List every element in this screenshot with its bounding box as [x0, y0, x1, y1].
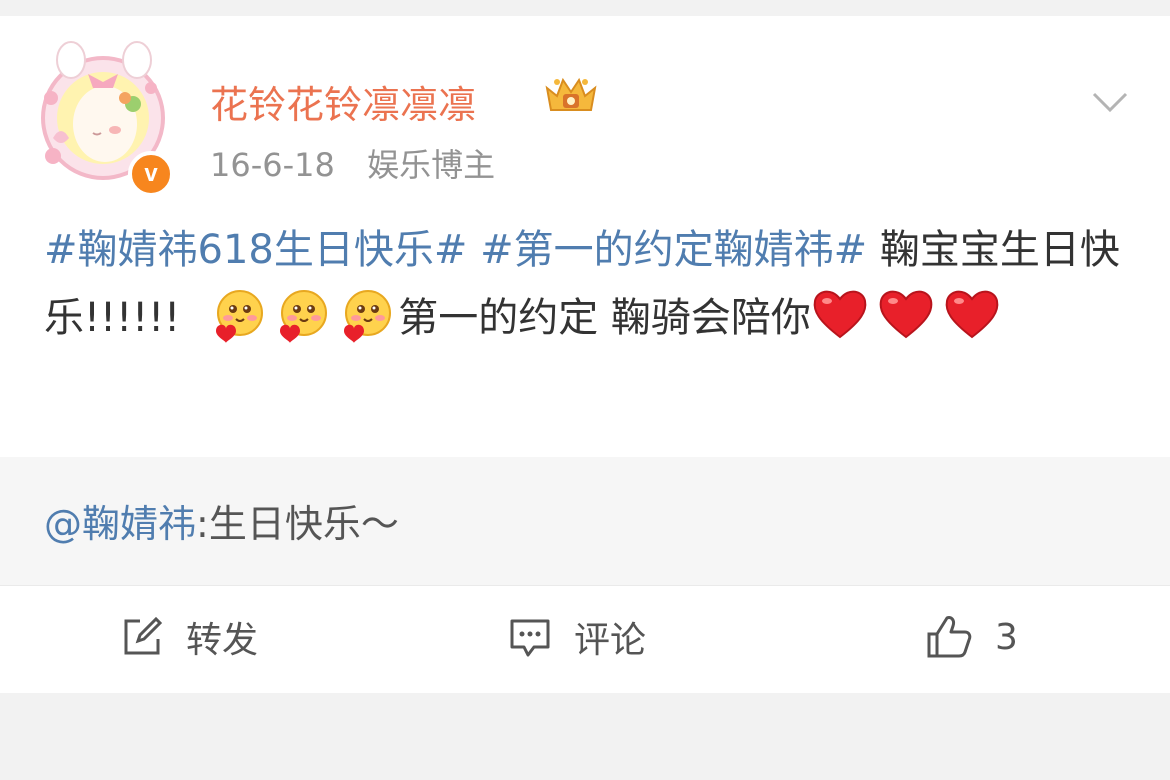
comment-bubble-icon: [510, 619, 550, 657]
shy-face-emoji: [216, 290, 264, 343]
quoted-text: @鞠婧祎:生日快乐～: [44, 493, 399, 548]
weibo-post-card: v 花铃花铃凛凛凛 16-6-18 娱乐博主 #鞠婧祎618生日快乐# #第一的…: [0, 16, 1170, 693]
comment-button[interactable]: 评论: [508, 614, 647, 661]
repost-label: 转发: [186, 620, 259, 661]
topic-link[interactable]: #鞠婧祎618生日快乐#: [44, 227, 467, 273]
post-meta: 16-6-18 娱乐博主: [210, 140, 495, 186]
red-heart-emoji: [879, 290, 933, 339]
verified-badge-icon: v: [128, 151, 174, 197]
shy-face-emoji: [344, 290, 392, 343]
quoted-post[interactable]: @鞠婧祎:生日快乐～: [0, 457, 1170, 585]
red-heart-emoji: [945, 290, 999, 339]
red-heart-emoji: [813, 290, 867, 339]
like-button[interactable]: 3: [925, 614, 1018, 660]
mention-link[interactable]: @鞠婧祎: [44, 502, 196, 546]
comment-label: 评论: [574, 620, 647, 661]
quote-body: :生日快乐～: [196, 502, 399, 546]
thumbs-up-icon: [927, 616, 972, 658]
like-count: 3: [995, 616, 1018, 658]
post-date: 16-6-18: [210, 146, 335, 184]
topic-link[interactable]: #第一的约定鞠婧祎#: [480, 227, 867, 273]
shy-face-emoji: [280, 290, 328, 343]
post-content: #鞠婧祎618生日快乐# #第一的约定鞠婧祎# 鞠宝宝生日快乐!!!!!! 第一…: [44, 216, 1134, 352]
post-source: 娱乐博主: [367, 146, 496, 184]
username-link[interactable]: 花铃花铃凛凛凛: [210, 74, 476, 129]
crown-icon[interactable]: [543, 70, 599, 116]
edit-square-icon: [124, 616, 163, 655]
repost-button[interactable]: 转发: [120, 614, 259, 661]
post-text-part: 第一的约定 鞠骑会陪你: [398, 295, 811, 341]
chevron-down-icon[interactable]: [1090, 88, 1130, 116]
action-bar: 转发 评论 3: [0, 585, 1170, 693]
